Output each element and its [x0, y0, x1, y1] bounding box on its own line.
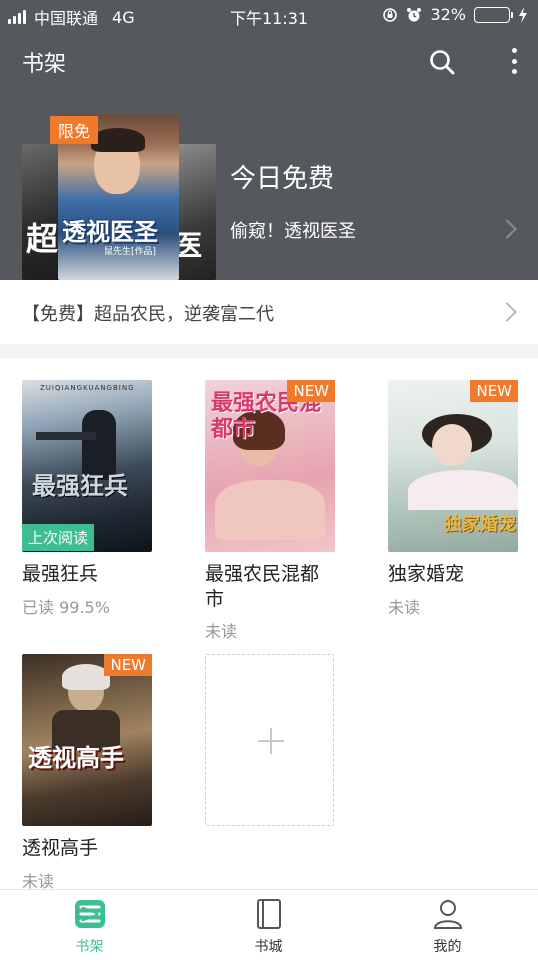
book-cover[interactable]: 最强农民混都市	[205, 380, 335, 552]
book-title: 最强狂兵	[22, 563, 99, 585]
chevron-right-icon[interactable]	[497, 219, 517, 239]
battery-icon	[474, 6, 513, 23]
new-badge: NEW	[287, 380, 335, 402]
free-badge: 限免	[50, 116, 99, 144]
battery-percent: 32%	[430, 5, 466, 24]
book-progress: 已读 99.5%	[22, 598, 110, 617]
last-read-badge: 上次阅读	[22, 524, 95, 551]
tab-label: 我的	[433, 939, 462, 955]
plus-icon	[258, 728, 284, 754]
page-title: 书架	[22, 52, 67, 77]
promo-cover-stack[interactable]: 超 医 透视医圣 鼠先生[作品] 限免	[22, 114, 216, 280]
add-book-button[interactable]	[205, 654, 334, 826]
book-progress: 未读	[205, 622, 238, 641]
book-cover[interactable]: 透视高手	[22, 654, 152, 826]
tab-bookshelf[interactable]: 书架	[0, 890, 179, 960]
tab-label: 书架	[75, 939, 104, 955]
section-divider	[0, 344, 538, 358]
book-title: 透视高手	[22, 837, 99, 859]
chevron-right-icon	[497, 302, 517, 322]
book-title: 独家婚宠	[388, 563, 465, 585]
status-bar: 中国联通 4G 下午11:31 32%	[0, 0, 538, 30]
book-progress: 未读	[388, 598, 421, 617]
app-bar: 书架	[0, 30, 538, 90]
book-icon	[257, 899, 281, 929]
bookshelf-icon	[75, 900, 105, 928]
book-cover[interactable]: 独家婚宠	[388, 380, 518, 552]
search-icon[interactable]	[428, 48, 456, 76]
tab-profile[interactable]: 我的	[358, 890, 537, 960]
user-icon	[433, 900, 463, 929]
new-badge: NEW	[470, 380, 518, 402]
new-badge: NEW	[104, 654, 152, 676]
promo-subtitle[interactable]: 偷窥！透视医圣	[230, 217, 356, 243]
tab-label: 书城	[254, 939, 283, 955]
charging-icon	[519, 6, 527, 23]
orientation-lock-icon	[383, 7, 398, 22]
header-panel: 中国联通 4G 下午11:31 32% 书架 超 医 透视医圣 鼠先生[作品] …	[0, 0, 538, 280]
more-vertical-icon[interactable]	[504, 46, 524, 76]
tab-bookstore[interactable]: 书城	[179, 890, 358, 960]
bottom-tab-bar: 书架 书城 我的	[0, 889, 538, 960]
free-book-text: 【免费】超品农民，逆袭富二代	[22, 304, 274, 325]
promo-title[interactable]: 今日免费	[230, 158, 334, 195]
alarm-icon	[407, 7, 422, 21]
book-title: 最强农民混都市	[205, 563, 320, 610]
free-book-banner[interactable]: 【免费】超品农民，逆袭富二代	[0, 280, 538, 344]
